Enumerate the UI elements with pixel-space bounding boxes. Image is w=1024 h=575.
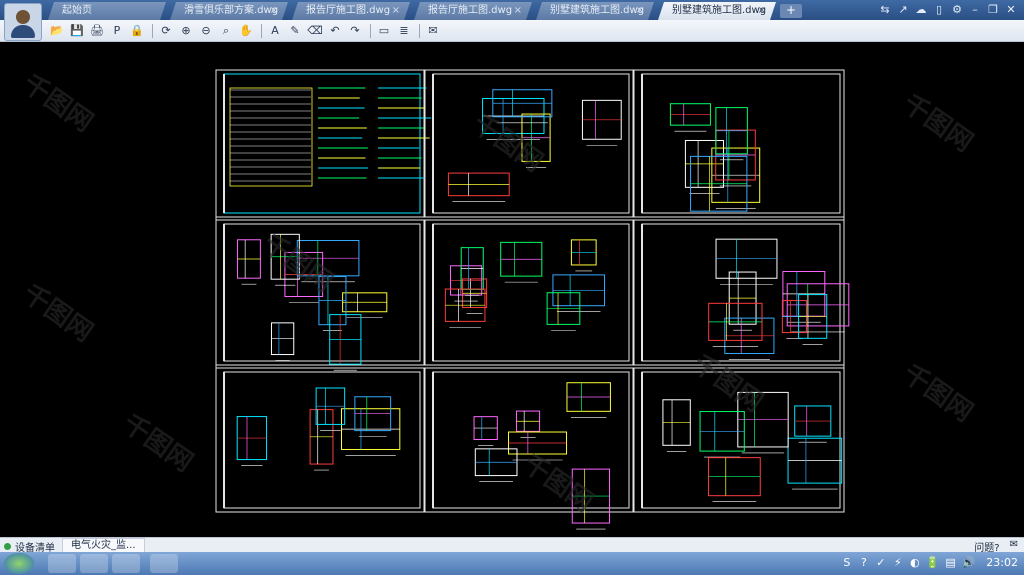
tab-label: 报告厅施工图.dwg <box>306 5 391 16</box>
share-icon[interactable]: ↗ <box>896 2 910 18</box>
save-icon[interactable]: 💾 <box>68 23 86 39</box>
toolbar-separator <box>261 23 262 38</box>
tray-icon[interactable]: ▤ <box>945 555 957 571</box>
drawing-sheet <box>633 69 845 218</box>
pdf-icon[interactable]: P <box>108 23 126 39</box>
tab-label: 起始页 <box>62 5 92 16</box>
lock-icon[interactable]: 🔒 <box>128 23 146 39</box>
tab-1[interactable]: 滑雪俱乐部方案.dwg × <box>170 2 288 20</box>
minimize-icon[interactable]: – <box>968 2 982 18</box>
toolbar-separator <box>152 23 153 38</box>
tab-close-icon[interactable]: × <box>392 2 400 20</box>
clock[interactable]: 23:02 <box>986 555 1018 571</box>
text-icon[interactable]: A <box>266 23 284 39</box>
phone-icon[interactable]: ▯ <box>932 2 946 18</box>
drawing-sheet <box>424 367 634 513</box>
tab-strip: 起始页 滑雪俱乐部方案.dwg × 报告厅施工图.dwg × 报告厅施工图.dwg × 别墅建… <box>48 2 802 20</box>
tab-4[interactable]: 别墅建筑施工图.dwg × <box>536 2 654 20</box>
taskbar-cad[interactable] <box>150 554 178 573</box>
toolbar: 📂 💾 🖨 P 🔒 ⟳ ⊕ ⊖ ⌕ ✋ A ✎ ⌫ ↶ ↷ ▭ ≣ ✉ <box>0 20 1024 42</box>
system-icons: ⇆ ↗ ☁ ▯ ⚙ – ❐ ✕ <box>878 2 1018 18</box>
measure-icon[interactable]: ▭ <box>375 23 393 39</box>
notes-icon[interactable]: ✉ <box>424 23 442 39</box>
pan-icon[interactable]: ✋ <box>237 23 255 39</box>
sync-icon[interactable]: ⇆ <box>878 2 892 18</box>
title-bar: 起始页 滑雪俱乐部方案.dwg × 报告厅施工图.dwg × 报告厅施工图.dwg × 别墅建… <box>0 0 1024 20</box>
user-avatar[interactable] <box>4 3 42 41</box>
rotate-icon[interactable]: ⟳ <box>157 23 175 39</box>
tab-2[interactable]: 报告厅施工图.dwg × <box>292 2 410 20</box>
drawing-sheet <box>424 219 634 366</box>
tray-icon[interactable]: ⚡ <box>892 555 904 571</box>
restore-icon[interactable]: ❐ <box>986 2 1000 18</box>
tray-icon[interactable]: ? <box>858 555 870 571</box>
tab-close-icon[interactable]: × <box>270 2 278 20</box>
zoom-out-icon[interactable]: ⊖ <box>197 23 215 39</box>
tab-close-icon[interactable]: × <box>636 2 644 20</box>
settings-icon[interactable]: ⚙ <box>950 2 964 18</box>
drawing-list-table <box>229 87 313 187</box>
tray-icon[interactable]: ◐ <box>909 555 921 571</box>
redo-icon[interactable]: ↷ <box>346 23 364 39</box>
new-tab-button[interactable]: + <box>780 4 802 18</box>
toolbar-separator <box>419 23 420 38</box>
taskbar-app[interactable] <box>112 554 140 573</box>
zoom-in-icon[interactable]: ⊕ <box>177 23 195 39</box>
sheet-border <box>223 73 421 214</box>
tab-label: 滑雪俱乐部方案.dwg <box>184 5 279 16</box>
tray-icon[interactable]: 🔋 <box>926 555 940 571</box>
drawing-sheet <box>633 219 845 366</box>
tab-label: 别墅建筑施工图.dwg <box>672 5 767 16</box>
tray-icon[interactable]: 🔊 <box>962 555 976 571</box>
tab-5[interactable]: 别墅建筑施工图.dwg × <box>658 2 776 20</box>
eraser-icon[interactable]: ⌫ <box>306 23 324 39</box>
taskbar-app[interactable] <box>80 554 108 573</box>
system-tray: S? ✓ ⚡ ◐ 🔋 ▤ 🔊 23:02 <box>841 555 1018 571</box>
close-icon[interactable]: ✕ <box>1004 2 1018 18</box>
drawing-sheets <box>215 69 850 530</box>
tray-icon[interactable]: S <box>841 555 853 571</box>
tab-0[interactable]: 起始页 <box>48 2 166 20</box>
tab-close-icon[interactable]: × <box>758 2 766 20</box>
undo-icon[interactable]: ↶ <box>326 23 344 39</box>
status-bar: 设备清单 电气火灾_监... 问题? ✉ <box>0 537 1024 554</box>
toolbar-separator <box>370 23 371 38</box>
tab-label: 别墅建筑施工图.dwg <box>550 5 645 16</box>
print-icon[interactable]: 🖨 <box>88 23 106 39</box>
sheet-border <box>641 73 841 214</box>
open-icon[interactable]: 📂 <box>48 23 66 39</box>
taskbar: S? ✓ ⚡ ◐ 🔋 ▤ 🔊 23:02 <box>0 552 1024 575</box>
tab-3[interactable]: 报告厅施工图.dwg × <box>414 2 532 20</box>
pen-icon[interactable]: ✎ <box>286 23 304 39</box>
zoom-window-icon[interactable]: ⌕ <box>217 23 235 39</box>
taskbar-explorer[interactable] <box>48 554 76 573</box>
status-dot-icon <box>4 543 11 550</box>
tray-icon[interactable]: ✓ <box>875 555 887 571</box>
sheet-border <box>223 371 421 509</box>
drawing-canvas[interactable]: 千图网 千图网 千图网 千图网 千图网 千图网 千图网 千图网 千图网 <box>0 43 1024 537</box>
start-button[interactable] <box>4 553 34 574</box>
tab-close-icon[interactable]: × <box>514 2 522 20</box>
tab-label: 报告厅施工图.dwg <box>428 5 513 16</box>
layers-icon[interactable]: ≣ <box>395 23 413 39</box>
drawing-sheet <box>215 69 425 218</box>
cloud-icon[interactable]: ☁ <box>914 2 928 18</box>
